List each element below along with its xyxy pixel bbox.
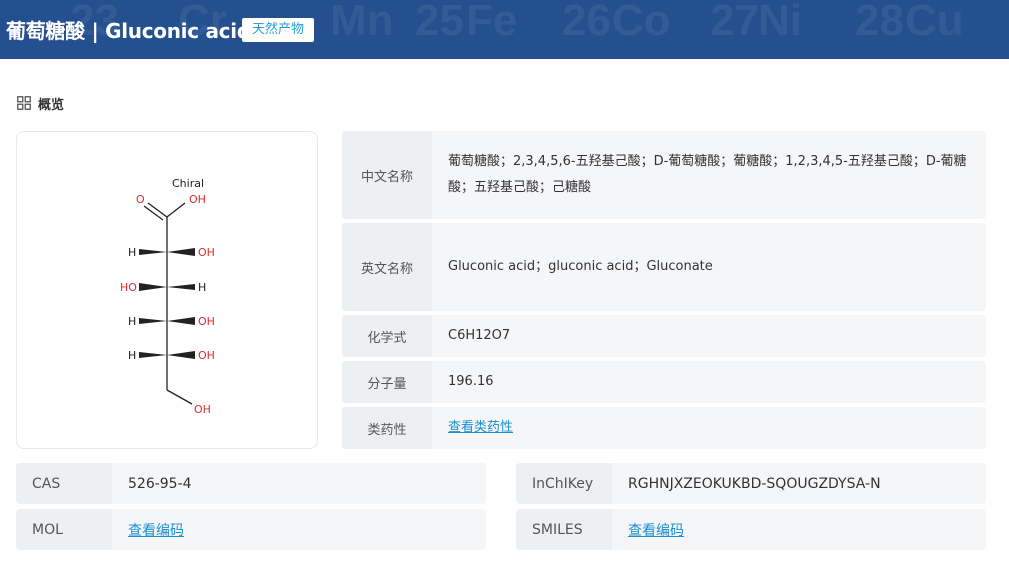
cas-value: 526-95-4 <box>128 475 192 492</box>
atom-label: H <box>128 315 136 328</box>
property-value: 葡萄糖酸；2,3,4,5,6-五羟基己酸；D-葡萄糖酸；葡糖酸；1,2,3,4,… <box>448 154 967 195</box>
cas-key: CAS <box>16 463 112 504</box>
natural-product-badge[interactable]: 天然产物 <box>242 18 314 42</box>
compound-title: 葡萄糖酸 | Gluconic acid <box>6 19 251 43</box>
atom-label: OH <box>198 349 215 362</box>
structure-diagram: Chiral O OH H OH HO H H OH H OH OH <box>120 177 215 416</box>
property-value: 196.16 <box>448 374 494 389</box>
property-value: C6H12O7 <box>448 328 511 343</box>
inchikey-row: InChIKey RGHNJXZEOKUKBD-SQOUGZDYSA-N <box>516 463 986 504</box>
structure-card[interactable]: Chiral O OH H OH HO H H OH H OH OH <box>16 131 318 449</box>
chiral-label: Chiral <box>172 177 204 190</box>
property-key: 中文名称 <box>342 131 432 219</box>
view-mol-code-link[interactable]: 查看编码 <box>128 520 184 540</box>
atom-label: H <box>128 349 136 362</box>
header-bg-element: Mn <box>330 0 394 45</box>
smiles-row: SMILES 查看编码 <box>516 509 986 550</box>
property-key: 英文名称 <box>342 223 432 311</box>
mol-key: MOL <box>16 509 112 550</box>
atom-label: HO <box>120 281 137 294</box>
inchikey-value: RGHNJXZEOKUKBD-SQOUGZDYSA-N <box>628 475 881 492</box>
atom-label: O <box>136 193 145 206</box>
property-value: Gluconic acid；gluconic acid；Gluconate <box>448 259 713 274</box>
overview-heading: 概览 <box>17 94 65 113</box>
property-row-molecular-weight: 分子量 196.16 <box>342 361 986 403</box>
header-bg-element: 27 <box>710 0 759 45</box>
property-row-formula: 化学式 C6H12O7 <box>342 315 986 357</box>
cas-row: CAS 526-95-4 <box>16 463 486 504</box>
header-bg-element: 25 <box>415 0 464 45</box>
inchikey-key: InChIKey <box>516 463 612 504</box>
property-row-chinese-name: 中文名称 葡萄糖酸；2,3,4,5,6-五羟基己酸；D-葡萄糖酸；葡糖酸；1,2… <box>342 131 986 219</box>
header-bg-element: Co <box>612 0 671 45</box>
grid-icon <box>17 96 31 110</box>
atom-label: OH <box>198 315 215 328</box>
header-bg-element: 28 <box>855 0 904 45</box>
property-row-druglikeness: 类药性 查看类药性 <box>342 407 986 449</box>
header-bg-element: Cu <box>905 0 964 45</box>
property-row-english-name: 英文名称 Gluconic acid；gluconic acid；Glucona… <box>342 223 986 311</box>
property-value: 查看类药性 <box>432 407 986 449</box>
smiles-key: SMILES <box>516 509 612 550</box>
atom-label: OH <box>194 403 211 416</box>
overview-title: 概览 <box>38 97 65 113</box>
property-key: 分子量 <box>342 361 432 403</box>
header-bg-element: 26 <box>562 0 611 45</box>
smiles-value-cell: 查看编码 <box>612 509 986 550</box>
view-smiles-code-link[interactable]: 查看编码 <box>628 520 684 540</box>
atom-label: H <box>128 246 136 259</box>
property-key: 类药性 <box>342 407 432 449</box>
header-bg-element: Ni <box>758 0 802 45</box>
atom-label: OH <box>198 246 215 259</box>
mol-value-cell: 查看编码 <box>112 509 486 550</box>
property-key: 化学式 <box>342 315 432 357</box>
view-druglikeness-link[interactable]: 查看类药性 <box>448 415 513 441</box>
atom-label: OH <box>189 193 206 206</box>
atom-label: H <box>198 281 206 294</box>
page-header: 23 Cr Mn 25 Fe 26 Co 27 Ni 28 Cu 葡萄糖酸 | … <box>0 0 1009 59</box>
header-bg-element: Fe <box>466 0 518 45</box>
mol-row: MOL 查看编码 <box>16 509 486 550</box>
